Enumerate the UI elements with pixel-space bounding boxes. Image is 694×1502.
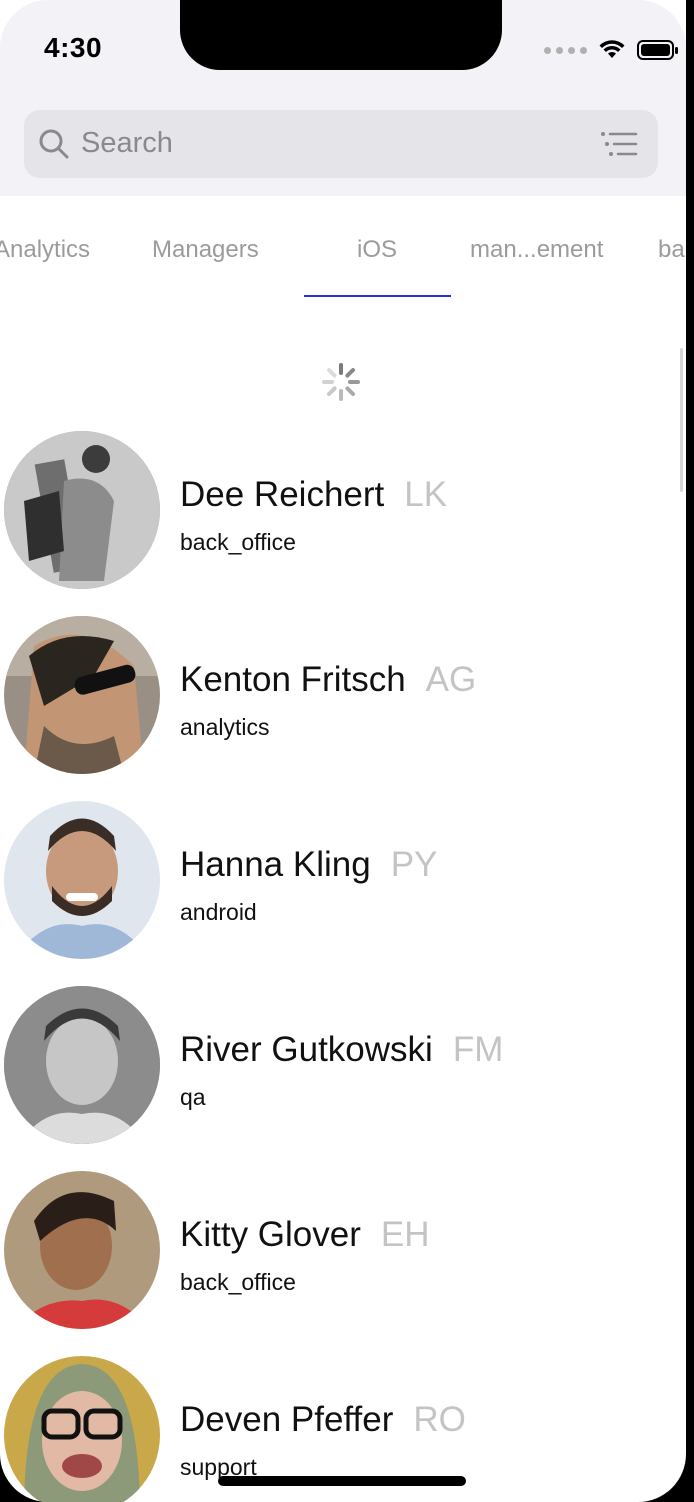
employee-name-text: Hanna Kling bbox=[180, 845, 371, 884]
employee-department: back_office bbox=[180, 529, 296, 555]
filter-list-icon[interactable] bbox=[600, 130, 638, 158]
list-item[interactable]: Kitty Glover EH back_office bbox=[0, 1171, 686, 1356]
list-item[interactable]: Kenton Fritsch AG analytics bbox=[0, 616, 686, 801]
cellular-signal-icon bbox=[544, 46, 587, 54]
employee-code: LK bbox=[404, 475, 448, 514]
employee-name: River Gutkowski FM bbox=[180, 1030, 503, 1070]
employee-name-text: Kitty Glover bbox=[180, 1215, 361, 1254]
tab-analytics[interactable]: Analytics bbox=[0, 236, 90, 264]
loading-spinner-icon bbox=[322, 363, 360, 401]
employee-department: analytics bbox=[180, 714, 270, 740]
avatar bbox=[4, 616, 160, 774]
employee-name: Hanna Kling PY bbox=[180, 845, 437, 885]
header-area: 4:30 Search bbox=[0, 0, 686, 196]
avatar bbox=[4, 1171, 160, 1329]
employee-name-text: Kenton Fritsch bbox=[180, 660, 406, 699]
employee-department: qa bbox=[180, 1084, 206, 1110]
employee-code: AG bbox=[425, 660, 477, 699]
home-indicator[interactable] bbox=[218, 1476, 466, 1486]
tab-managers[interactable]: Managers bbox=[152, 236, 259, 264]
employee-name: Kenton Fritsch AG bbox=[180, 660, 476, 700]
avatar bbox=[4, 801, 160, 959]
avatar bbox=[4, 431, 160, 589]
tab-management[interactable]: man...ement bbox=[470, 236, 603, 264]
employee-name-text: Dee Reichert bbox=[180, 475, 385, 514]
wifi-icon bbox=[599, 40, 625, 58]
employee-code: EH bbox=[380, 1215, 430, 1254]
battery-icon bbox=[637, 40, 678, 60]
search-input[interactable]: Search bbox=[81, 127, 173, 160]
list-item[interactable]: Dee Reichert LK back_office bbox=[0, 431, 686, 616]
employee-department: android bbox=[180, 899, 257, 925]
status-icons bbox=[544, 36, 679, 64]
employee-code: RO bbox=[413, 1400, 466, 1439]
list-item[interactable]: Hanna Kling PY android bbox=[0, 801, 686, 986]
avatar bbox=[4, 1356, 160, 1502]
employee-name-text: River Gutkowski bbox=[180, 1030, 433, 1069]
device-notch bbox=[180, 0, 502, 70]
phone-screen: 4:30 Search Analytics Managers iOS man..… bbox=[0, 0, 686, 1502]
selected-tab-indicator bbox=[304, 295, 451, 297]
tab-ios[interactable]: iOS bbox=[357, 236, 397, 264]
employee-name-text: Deven Pfeffer bbox=[180, 1400, 394, 1439]
employee-code: FM bbox=[452, 1030, 504, 1069]
search-bar[interactable]: Search bbox=[24, 110, 658, 178]
avatar bbox=[4, 986, 160, 1144]
search-icon bbox=[39, 129, 69, 159]
employee-name: Kitty Glover EH bbox=[180, 1215, 430, 1255]
department-tabs: Analytics Managers iOS man...ement ba bbox=[0, 196, 686, 296]
tab-ba[interactable]: ba bbox=[658, 236, 685, 264]
employee-name: Deven Pfeffer RO bbox=[180, 1400, 466, 1440]
list-item[interactable]: River Gutkowski FM qa bbox=[0, 986, 686, 1171]
employee-name: Dee Reichert LK bbox=[180, 475, 447, 515]
status-time: 4:30 bbox=[44, 32, 103, 63]
employee-code: PY bbox=[390, 845, 438, 884]
employee-department: back_office bbox=[180, 1269, 296, 1295]
